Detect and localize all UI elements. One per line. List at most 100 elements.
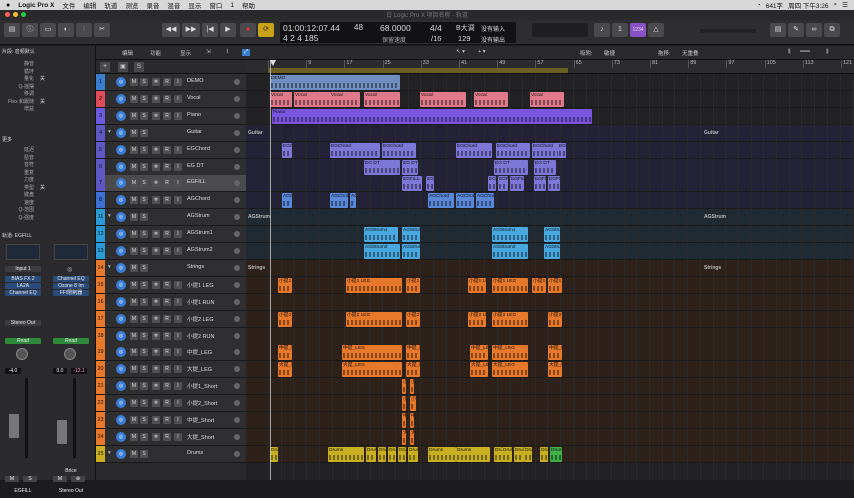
- input-monitor-button[interactable]: I: [174, 432, 182, 441]
- region[interactable]: Vocal: [420, 91, 466, 107]
- track-name[interactable]: 小提2_Short: [187, 399, 217, 407]
- track-name[interactable]: DEMO: [187, 78, 204, 84]
- track-name[interactable]: EGChord: [187, 146, 210, 152]
- pan-knob[interactable]: [16, 348, 28, 360]
- region[interactable]: Vocal: [330, 91, 360, 107]
- track-name[interactable]: AGStrum2: [187, 247, 213, 253]
- track-header[interactable]: 11 ▾ ◎ M S AGStrum: [96, 209, 246, 227]
- out-pan-knob[interactable]: [64, 348, 76, 360]
- library-button[interactable]: ▤: [4, 23, 20, 37]
- region[interactable]: Drums: [540, 446, 548, 462]
- out-bounce-button[interactable]: ⊕: [71, 476, 85, 482]
- loop-browser-button[interactable]: ∞: [806, 23, 822, 37]
- region[interactable]: AGChord: [350, 193, 356, 209]
- track-volume-knob[interactable]: [234, 281, 240, 288]
- mute-button[interactable]: M: [130, 145, 138, 154]
- region[interactable]: 小提1 LEG: [548, 277, 562, 293]
- mute-button[interactable]: M: [130, 314, 138, 323]
- region[interactable]: 小提1 LEG: [278, 277, 292, 293]
- track-icon[interactable]: ◎: [116, 93, 126, 104]
- region[interactable]: EG DT: [402, 159, 418, 175]
- region[interactable]: Drums: [366, 446, 376, 462]
- region[interactable]: Vocal: [474, 91, 508, 107]
- track-name[interactable]: EG DT: [187, 163, 204, 169]
- solo-button[interactable]: S: [23, 476, 37, 482]
- input-monitor-button[interactable]: I: [174, 94, 182, 103]
- more-row[interactable]: Q-强度: [2, 214, 94, 221]
- record-enable-button[interactable]: R: [163, 314, 171, 323]
- region[interactable]: 小提2 LEG: [468, 311, 486, 327]
- track-volume-knob[interactable]: [234, 248, 240, 254]
- track-volume-knob[interactable]: [234, 264, 240, 271]
- cycle-button[interactable]: ⟳: [258, 23, 274, 37]
- region[interactable]: AGChord: [456, 193, 474, 209]
- input-monitor-button[interactable]: I: [174, 145, 182, 154]
- freeze-icon[interactable]: ❄: [152, 365, 160, 374]
- track-name[interactable]: 小提1_Short: [187, 382, 217, 390]
- region[interactable]: 小提1 LEG: [492, 277, 528, 293]
- menu-navigate[interactable]: 测览: [125, 0, 138, 10]
- track-name[interactable]: AGChord: [187, 196, 210, 202]
- track-header[interactable]: 1 ◎ M S ❄ R I DEMO: [96, 74, 246, 91]
- track-header[interactable]: 8 ◎ M S ❄ R I AGChord: [96, 192, 246, 210]
- freeze-icon[interactable]: ❄: [152, 78, 160, 86]
- region[interactable]: EGFILL: [488, 176, 496, 192]
- track-volume-knob[interactable]: [234, 383, 240, 390]
- region[interactable]: Vocal: [364, 91, 400, 107]
- region[interactable]: 大提_LEG: [548, 362, 562, 378]
- mute-button[interactable]: M: [130, 230, 138, 239]
- track-name[interactable]: 大提_Short: [187, 433, 214, 441]
- region[interactable]: 中提_LEG: [406, 345, 420, 361]
- region[interactable]: EGFILL: [534, 176, 546, 192]
- solo-button[interactable]: S: [140, 263, 148, 272]
- track-icon[interactable]: ◎: [116, 229, 126, 240]
- region[interactable]: Drums: [494, 446, 502, 462]
- region[interactable]: AGChord: [428, 193, 454, 209]
- plugin-slot-2[interactable]: LA2A: [5, 283, 41, 289]
- menu-app-name[interactable]: Logic Pro X: [18, 2, 54, 9]
- track-header[interactable]: 4 ▾ ◎ M S Guitar: [96, 124, 246, 142]
- track-name[interactable]: Piano: [187, 112, 201, 118]
- region[interactable]: 小提1_Short: [410, 379, 414, 395]
- lcd-key[interactable]: B大调: [456, 23, 475, 33]
- track-name[interactable]: AGStrum1: [187, 230, 213, 236]
- input-monitor-button[interactable]: I: [174, 179, 182, 188]
- out-plugin-slot-3[interactable]: FF/限制器: [53, 290, 89, 296]
- region[interactable]: 大提_LEG: [342, 362, 402, 378]
- region[interactable]: EGChord: [558, 142, 566, 158]
- record-enable-button[interactable]: R: [163, 247, 171, 255]
- track-name[interactable]: 中提_LEG: [187, 348, 212, 356]
- notepad-button[interactable]: ✎: [788, 23, 804, 37]
- mute-button[interactable]: M: [130, 162, 138, 171]
- input-monitor-button[interactable]: I: [174, 280, 182, 289]
- disclosure-arrow-icon[interactable]: ▾: [108, 450, 111, 456]
- solo-button[interactable]: S: [140, 280, 148, 289]
- toolbar-button[interactable]: ▭: [40, 23, 56, 37]
- region[interactable]: 小提1 LEG: [346, 277, 402, 293]
- out-plugin-slot-2[interactable]: Ozone 8 Im: [53, 283, 89, 289]
- freeze-icon[interactable]: ❄: [152, 399, 160, 408]
- track-name[interactable]: EGFILL: [187, 179, 206, 185]
- freeze-icon[interactable]: ❄: [152, 432, 160, 441]
- list-editors-button[interactable]: ▤: [770, 23, 786, 37]
- track-icon[interactable]: ◎: [116, 296, 126, 307]
- disclosure-arrow-icon[interactable]: ▾: [108, 213, 111, 219]
- region[interactable]: EG DT: [364, 159, 400, 175]
- input-slot[interactable]: Input 1: [5, 266, 41, 272]
- lcd-division[interactable]: /16: [431, 34, 441, 43]
- mute-button[interactable]: M: [130, 382, 138, 391]
- menu-file[interactable]: 文件: [62, 0, 75, 10]
- track-volume-knob[interactable]: [234, 433, 240, 440]
- cycle-range[interactable]: [268, 68, 568, 73]
- mute-button[interactable]: M: [130, 449, 138, 458]
- track-header[interactable]: 20 ◎ M S ❄ R I 大提_LEG: [96, 361, 246, 379]
- mute-button[interactable]: M: [130, 94, 138, 103]
- track-icon[interactable]: ◎: [116, 415, 126, 425]
- region[interactable]: Drums: [398, 446, 406, 462]
- region[interactable]: EG DT: [534, 159, 556, 175]
- freeze-icon[interactable]: ❄: [152, 179, 160, 188]
- track-header[interactable]: 15 ◎ M S ❄ R I 小提1 LEG: [96, 276, 246, 294]
- edit-menu[interactable]: 编辑: [122, 49, 133, 57]
- mute-button[interactable]: M: [130, 280, 138, 289]
- track-volume-knob[interactable]: [234, 417, 240, 423]
